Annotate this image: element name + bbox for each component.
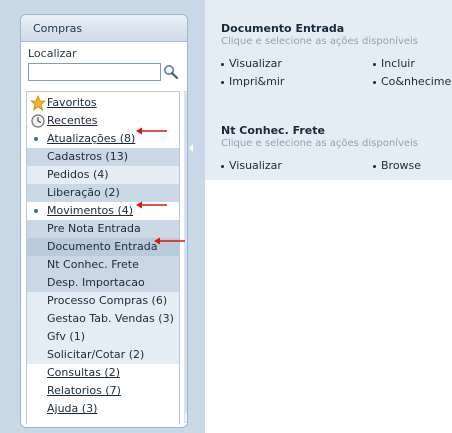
bullet-icon: [373, 164, 376, 168]
action-imprimir[interactable]: Impri&mir: [221, 75, 284, 88]
search-input[interactable]: [28, 63, 161, 81]
section-subtitle: Clique e selecione as ações disponíveis: [221, 138, 419, 149]
menu-label-atualizacoes: Atualizações (8): [47, 132, 136, 145]
search-label: Localizar: [28, 47, 77, 60]
action-label: Impri&mir: [229, 75, 285, 88]
annotation-arrow-icon: [136, 127, 167, 135]
action-browse[interactable]: Browse: [373, 159, 421, 172]
section-subtitle: Clique e selecione as ações disponíveis: [221, 36, 419, 47]
menu-item-consultas[interactable]: Consultas (2): [27, 364, 179, 382]
menu-item-processo-compras[interactable]: Processo Compras (6): [27, 292, 179, 310]
action-incluir[interactable]: Incluir: [373, 57, 415, 70]
menu-label-nt-conhec: Nt Conhec. Frete: [47, 258, 139, 271]
annotation-arrow-icon: [154, 237, 185, 245]
bullet-icon: [221, 164, 224, 168]
section-documento-entrada: Documento Entrada Clique e selecione as …: [205, 0, 452, 115]
action-label: Co&nhecimento: [381, 75, 452, 88]
menu-label-cadastros: Cadastros (13): [47, 150, 129, 163]
menu-label-pedidos: Pedidos (4): [47, 168, 109, 181]
collapse-arrow-icon[interactable]: [189, 144, 193, 152]
section-nt-conhec-frete: Nt Conhec. Frete Clique e selecione as a…: [205, 108, 452, 180]
action-label: Visualizar: [229, 57, 282, 70]
action-label: Visualizar: [229, 159, 282, 172]
menu-label-pre-nota: Pre Nota Entrada: [47, 222, 141, 235]
menu-label-documento-entrada: Documento Entrada: [47, 240, 158, 253]
menu-label-recentes: Recentes: [47, 114, 98, 127]
search-button[interactable]: [162, 63, 180, 81]
menu-label-desp-importacao: Desp. Importacao: [47, 276, 145, 289]
menu-item-desp-importacao[interactable]: Desp. Importacao: [27, 274, 179, 292]
menu-item-solicitar[interactable]: Solicitar/Cotar (2): [27, 346, 179, 364]
menu-item-gestao-tab[interactable]: Gestao Tab. Vendas (3): [27, 310, 179, 328]
bullet-icon: [373, 62, 376, 66]
menu-item-gfv[interactable]: Gfv (1): [27, 328, 179, 346]
action-visualizar[interactable]: Visualizar: [221, 159, 282, 172]
menu-label-relatorios: Relatorios (7): [47, 384, 121, 397]
bullet-icon: [373, 80, 376, 84]
bullet-icon: [221, 62, 224, 66]
section-title: Documento Entrada: [221, 22, 345, 35]
panel-header: Compras: [21, 15, 187, 42]
menu-item-cadastros[interactable]: Cadastros (13): [27, 148, 179, 166]
menu-label-gfv: Gfv (1): [47, 330, 85, 343]
menu-label-gestao-tab: Gestao Tab. Vendas (3): [47, 312, 174, 325]
menu-list: Favoritos Recentes Atualizações (8) Cada…: [26, 91, 180, 424]
star-icon: [30, 95, 46, 111]
navigation-panel: Compras Localizar Favoritos Recentes Atu…: [20, 14, 188, 428]
bullet-icon: [34, 209, 38, 213]
menu-item-ajuda[interactable]: Ajuda (3): [27, 400, 179, 418]
bullet-icon: [221, 80, 224, 84]
annotation-arrow-icon: [136, 201, 167, 209]
app-frame: Compras Localizar Favoritos Recentes Atu…: [0, 0, 452, 433]
menu-item-pedidos[interactable]: Pedidos (4): [27, 166, 179, 184]
panel-splitter[interactable]: [188, 14, 200, 426]
menu-label-processo-compras: Processo Compras (6): [47, 294, 168, 307]
action-label: Browse: [381, 159, 422, 172]
menu-label-favoritos: Favoritos: [47, 96, 97, 109]
menu-label-movimentos: Movimentos (4): [47, 204, 134, 217]
panel-title: Compras: [33, 22, 83, 35]
menu-item-relatorios[interactable]: Relatorios (7): [27, 382, 179, 400]
menu-label-ajuda: Ajuda (3): [47, 402, 98, 415]
clock-icon: [31, 114, 45, 128]
menu-label-liberacao: Liberação (2): [47, 186, 120, 199]
bullet-icon: [34, 137, 38, 141]
menu-item-nt-conhec[interactable]: Nt Conhec. Frete: [27, 256, 179, 274]
menu-label-consultas: Consultas (2): [47, 366, 121, 379]
section-title: Nt Conhec. Frete: [221, 124, 325, 137]
menu-label-solicitar: Solicitar/Cotar (2): [47, 348, 145, 361]
action-conhecimento[interactable]: Co&nhecimento: [373, 75, 452, 88]
magnifier-icon: [164, 65, 179, 80]
action-visualizar[interactable]: Visualizar: [221, 57, 282, 70]
action-label: Incluir: [381, 57, 415, 70]
actions-content: Documento Entrada Clique e selecione as …: [205, 0, 452, 433]
menu-item-favoritos[interactable]: Favoritos: [27, 94, 179, 112]
